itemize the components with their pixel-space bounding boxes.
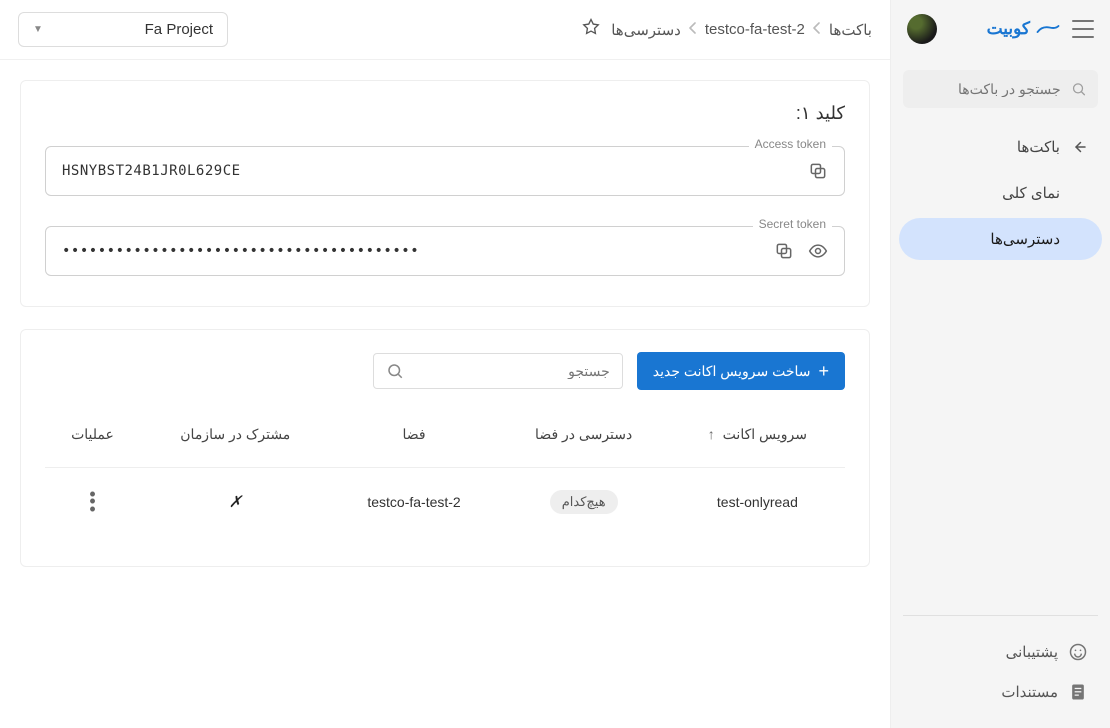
chevron-down-icon: ▼: [33, 24, 43, 35]
x-icon: ✗: [229, 494, 242, 511]
copy-button[interactable]: [774, 241, 794, 261]
project-picker[interactable]: Fa Project ▼: [18, 12, 228, 47]
breadcrumb-page: دسترسی‌ها: [611, 21, 681, 39]
chevron-left-icon: [813, 21, 821, 38]
divider: [903, 615, 1098, 616]
th-shared: مشترک در سازمان: [140, 408, 331, 468]
brand-logo-icon: [1036, 21, 1060, 37]
th-sa[interactable]: سرویس اکانت ↑: [670, 408, 845, 468]
cell-shared: ✗: [140, 468, 331, 537]
star-button[interactable]: [581, 17, 601, 42]
main: باکت‌ها testco-fa-test-2 دسترسی‌ها Fa Pr…: [0, 0, 890, 728]
breadcrumb-bucket[interactable]: testco-fa-test-2: [705, 21, 805, 38]
key-title: کلید ۱:: [45, 103, 845, 124]
project-name: Fa Project: [145, 21, 213, 38]
arrow-left-icon: [1070, 138, 1088, 156]
search-icon: [386, 362, 404, 380]
copy-icon: [774, 241, 794, 261]
nav-label: نمای کلی: [1002, 184, 1060, 202]
nav-label: دسترسی‌ها: [990, 230, 1060, 248]
access-token-field: Access token HSNYBST24B1JR0L629CE: [45, 146, 845, 196]
bottom-nav: پشتیبانی مستندات: [891, 624, 1110, 728]
secret-token-value: ••••••••••••••••••••••••••••••••••••••••: [62, 243, 762, 259]
hamburger-icon[interactable]: [1072, 20, 1094, 38]
chevron-left-icon: [689, 21, 697, 38]
sidebar-item-docs[interactable]: مستندات: [899, 672, 1102, 712]
copy-button[interactable]: [808, 161, 828, 181]
cell-ops: •••: [45, 468, 140, 537]
secret-token-field: Secret token •••••••••••••••••••••••••••…: [45, 226, 845, 276]
sidebar-search[interactable]: [903, 70, 1098, 108]
sa-search[interactable]: [373, 353, 623, 389]
cell-sa: test-onlyread: [670, 468, 845, 537]
support-icon: [1068, 642, 1088, 662]
topbar: باکت‌ها testco-fa-test-2 دسترسی‌ها Fa Pr…: [0, 0, 890, 60]
new-sa-button[interactable]: + ساخت سرویس اکانت جدید: [637, 352, 845, 390]
brand[interactable]: کوبیت: [987, 19, 1060, 39]
th-space: فضا: [331, 408, 498, 468]
eye-icon: [808, 241, 828, 261]
bottom-label: پشتیبانی: [1006, 643, 1058, 661]
plus-icon: +: [818, 362, 829, 380]
table-row: test-onlyread هیچ‌کدام testco-fa-test-2 …: [45, 468, 845, 537]
sidebar-item-support[interactable]: پشتیبانی: [899, 632, 1102, 672]
key-card: کلید ۱: Access token HSNYBST24B1JR0L629C…: [20, 80, 870, 307]
breadcrumb-root[interactable]: باکت‌ها: [829, 21, 872, 39]
docs-icon: [1068, 682, 1088, 702]
field-label: Secret token: [753, 217, 832, 231]
sidebar-item-overview[interactable]: نمای کلی: [899, 172, 1102, 214]
nav: باکت‌ها نمای کلی دسترسی‌ها: [891, 126, 1110, 607]
nav-label: باکت‌ها: [1017, 138, 1060, 156]
content: کلید ۱: Access token HSNYBST24B1JR0L629C…: [0, 60, 890, 728]
field-label: Access token: [749, 137, 832, 151]
sidebar-search-input[interactable]: [915, 81, 1061, 97]
access-token-value: HSNYBST24B1JR0L629CE: [62, 163, 796, 179]
sidebar-item-access[interactable]: دسترسی‌ها: [899, 218, 1102, 260]
access-chip: هیچ‌کدام: [550, 490, 618, 514]
sidebar-header: کوبیت: [891, 0, 1110, 58]
sa-toolbar: + ساخت سرویس اکانت جدید: [45, 352, 845, 390]
copy-icon: [808, 161, 828, 181]
bottom-label: مستندات: [1001, 683, 1058, 701]
sa-card: + ساخت سرویس اکانت جدید: [20, 329, 870, 567]
sidebar: کوبیت باکت‌ها نمای کلی: [890, 0, 1110, 728]
star-icon: [581, 17, 601, 37]
sa-search-input[interactable]: [414, 363, 610, 379]
search-icon: [1071, 80, 1086, 98]
sort-arrow-icon: ↑: [708, 426, 715, 442]
breadcrumb: باکت‌ها testco-fa-test-2 دسترسی‌ها: [611, 21, 872, 39]
brand-text: کوبیت: [987, 19, 1030, 39]
sa-table: سرویس اکانت ↑ دسترسی در فضا فضا مشترک در…: [45, 408, 845, 536]
row-actions-button[interactable]: •••: [57, 491, 128, 513]
th-ops: عملیات: [45, 408, 140, 468]
th-space-access: دسترسی در فضا: [497, 408, 669, 468]
avatar[interactable]: [907, 14, 937, 44]
sidebar-item-buckets[interactable]: باکت‌ها: [899, 126, 1102, 168]
button-label: ساخت سرویس اکانت جدید: [653, 363, 811, 380]
reveal-button[interactable]: [808, 241, 828, 261]
cell-space: testco-fa-test-2: [331, 468, 498, 537]
cell-space-access: هیچ‌کدام: [497, 468, 669, 537]
